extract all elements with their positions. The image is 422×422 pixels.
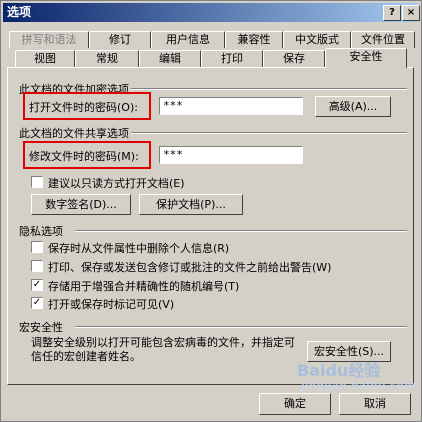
divider: [75, 230, 407, 232]
digital-signature-button[interactable]: 数字签名(D)...: [31, 194, 131, 215]
check-mark-icon: ✓: [32, 279, 42, 290]
tab-view[interactable]: 视图: [15, 50, 75, 67]
window-title: 选项: [7, 5, 32, 19]
privacy-label: 保存时从文件属性中删除个人信息(R): [48, 242, 230, 255]
privacy-checkbox-markup-visible[interactable]: ✓: [31, 297, 43, 309]
advanced-button[interactable]: 高级(A)...: [315, 96, 391, 117]
tab-general[interactable]: 常规: [75, 50, 139, 67]
readonly-checkbox[interactable]: [31, 176, 43, 188]
options-dialog: 选项 ? × 拼写和语法 修订 用户信息 兼容性 中文版式 文件位置 视图 常规…: [0, 0, 422, 422]
privacy-label: 打开或保存时标记可见(V): [48, 298, 175, 311]
privacy-label: 存储用于增强合并精确性的随机编号(T): [48, 280, 240, 293]
divider: [131, 132, 407, 134]
divider: [75, 326, 407, 328]
macro-section-title: 宏安全性: [19, 321, 63, 334]
macro-description: 调整安全级别以打开可能包含宏病毒的文件，并指定可信任的宏创建者姓名。: [31, 336, 295, 363]
tabs-row-back: 拼写和语法 修订 用户信息 兼容性 中文版式 文件位置: [7, 31, 415, 48]
privacy-section-title: 隐私选项: [19, 225, 63, 238]
privacy-checkbox-random-number[interactable]: ✓: [31, 279, 43, 291]
tab-user-info[interactable]: 用户信息: [151, 31, 225, 48]
tab-save[interactable]: 保存: [263, 50, 325, 67]
protect-document-button[interactable]: 保护文档(P)...: [139, 194, 243, 215]
ok-button[interactable]: 确定: [259, 393, 331, 415]
tab-edit[interactable]: 编辑: [139, 50, 201, 67]
privacy-label: 打印、保存或发送包含修订或批注的文件之前给出警告(W): [48, 261, 332, 274]
privacy-checkbox-warn[interactable]: [31, 260, 43, 272]
close-button[interactable]: ×: [402, 5, 420, 21]
sharing-section-title: 此文档的文件共享选项: [19, 127, 129, 140]
tab-spelling-grammar[interactable]: 拼写和语法: [9, 31, 89, 48]
check-mark-icon: ✓: [32, 297, 42, 308]
tab-compatibility[interactable]: 兼容性: [225, 31, 283, 48]
tab-file-locations[interactable]: 文件位置: [351, 31, 415, 48]
divider: [131, 88, 407, 90]
watermark-url: jingyan.baidu.com: [301, 379, 416, 392]
cancel-button[interactable]: 取消: [339, 393, 411, 415]
tabs-row-front: 视图 常规 编辑 打印 保存 安全性: [7, 48, 413, 68]
watermark-logo: Baidu经验: [297, 361, 381, 380]
tab-asian-typography[interactable]: 中文版式: [283, 31, 351, 48]
help-button[interactable]: ?: [383, 5, 401, 21]
title-bar: 选项: [3, 3, 419, 22]
open-password-input[interactable]: ***: [159, 97, 303, 115]
tab-print[interactable]: 打印: [201, 50, 263, 67]
tab-track-changes[interactable]: 修订: [89, 31, 151, 48]
open-password-label: 打开文件时的密码(O):: [29, 101, 138, 114]
modify-password-label: 修改文件时的密码(M):: [29, 150, 139, 163]
privacy-checkbox-remove-info[interactable]: [31, 241, 43, 253]
readonly-label: 建议以只读方式打开文档(E): [48, 177, 185, 190]
modify-password-input[interactable]: ***: [159, 146, 303, 164]
tab-security[interactable]: 安全性: [325, 48, 407, 68]
